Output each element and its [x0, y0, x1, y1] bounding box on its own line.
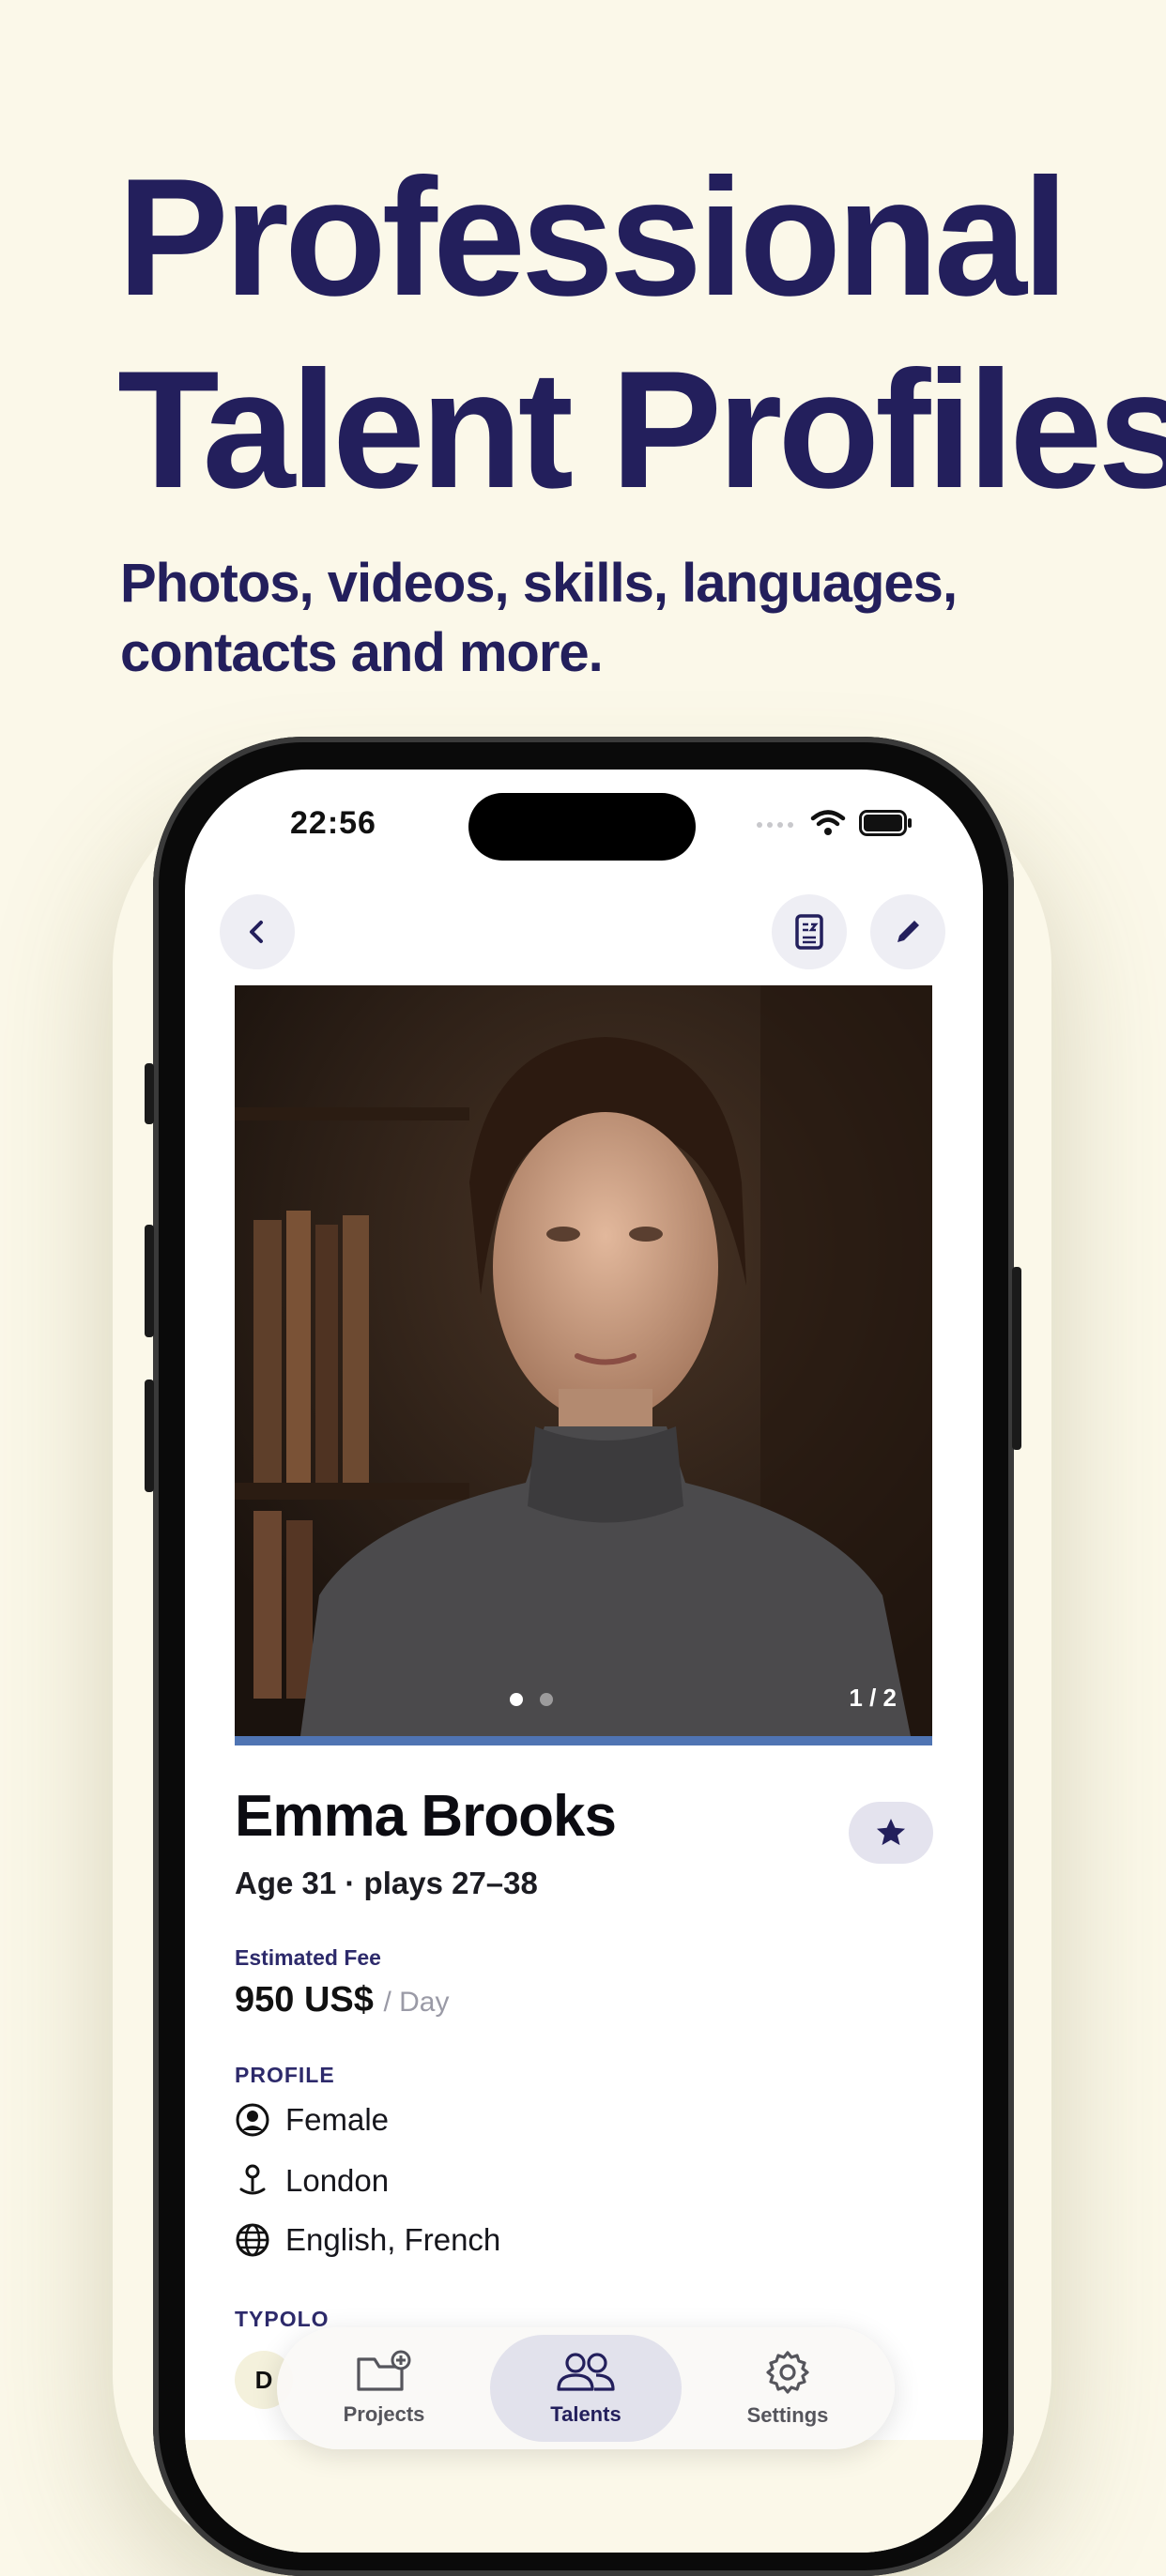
page-dot-active[interactable]: [510, 1693, 523, 1706]
profile-section-label: PROFILE: [235, 2063, 335, 2087]
status-icons: [756, 809, 913, 837]
location-value: London: [285, 2163, 390, 2198]
status-time: 22:56: [290, 805, 376, 841]
back-button[interactable]: [220, 894, 295, 969]
tab-bar: Projects Talents Settings: [277, 2327, 895, 2449]
portrait-image: [235, 985, 932, 1736]
subheadline-line-2: contacts and more.: [120, 622, 604, 683]
gender-value: Female: [285, 2102, 390, 2137]
age-range: Age 31 · plays 27–38: [235, 1866, 538, 1900]
languages-row: English, French: [235, 2222, 500, 2258]
chevron-left-icon: [250, 921, 263, 943]
location-row: London: [235, 2163, 389, 2199]
fee-amount: 950 US$ / Day: [235, 1980, 449, 2020]
globe-icon: [236, 2223, 269, 2257]
action-button: [145, 1063, 154, 1124]
pencil-icon: [898, 921, 919, 942]
contact-card-icon: [795, 914, 823, 950]
volume-up-button: [145, 1225, 154, 1337]
subheadline-line-1: Photos, videos, skills, languages,: [120, 553, 958, 614]
folder-plus-icon: [357, 2350, 411, 2391]
gender-row: Female: [235, 2102, 389, 2138]
favorite-button[interactable]: [849, 1802, 933, 1864]
gear-icon: [766, 2351, 809, 2394]
talent-name: Emma Brooks: [235, 1784, 617, 1849]
fee-value: 950 US$: [235, 1980, 374, 2020]
page-indicator: [510, 1693, 553, 1706]
dynamic-island: [468, 793, 696, 861]
tab-projects-label: Projects: [343, 2402, 425, 2426]
edit-button[interactable]: [870, 894, 945, 969]
wifi-icon: [810, 810, 846, 835]
headline: Professional Talent Profiles: [117, 141, 1166, 526]
languages-value: English, French: [285, 2222, 501, 2257]
profile-photo[interactable]: [235, 985, 932, 1736]
tab-talents-label: Talents: [550, 2402, 621, 2426]
fee-label: Estimated Fee: [235, 1945, 381, 1970]
star-icon: [876, 1818, 906, 1846]
page-dot[interactable]: [540, 1693, 553, 1706]
contact-card-button[interactable]: [772, 894, 847, 969]
typology-section-label: TYPOLO: [235, 2307, 330, 2331]
power-button: [1012, 1267, 1021, 1450]
screen-bottom-tint: [185, 2440, 983, 2553]
tab-talents[interactable]: Talents: [490, 2335, 682, 2442]
photo-progress-bar: [235, 1736, 932, 1745]
fee-unit: / Day: [383, 1987, 450, 2018]
tab-settings-label: Settings: [746, 2403, 829, 2427]
headline-line-2: Talent Profiles: [117, 336, 1166, 523]
signal-icon: [757, 822, 793, 828]
phone-screen: 22:56 1 / 2 Emma Brooks Age 31 · plays 2…: [185, 770, 983, 2553]
headline-line-1: Professional: [117, 144, 1068, 330]
photo-counter: 1 / 2: [849, 1684, 897, 1712]
tab-settings[interactable]: Settings: [692, 2335, 883, 2442]
subheadline: Photos, videos, skills, languages, conta…: [120, 549, 958, 688]
tab-projects[interactable]: Projects: [288, 2335, 480, 2442]
volume-down-button: [145, 1379, 154, 1492]
battery-icon: [859, 810, 912, 836]
people-icon: [557, 2353, 615, 2391]
person-circle-icon: [236, 2103, 269, 2137]
map-pin-icon: [239, 2164, 266, 2195]
